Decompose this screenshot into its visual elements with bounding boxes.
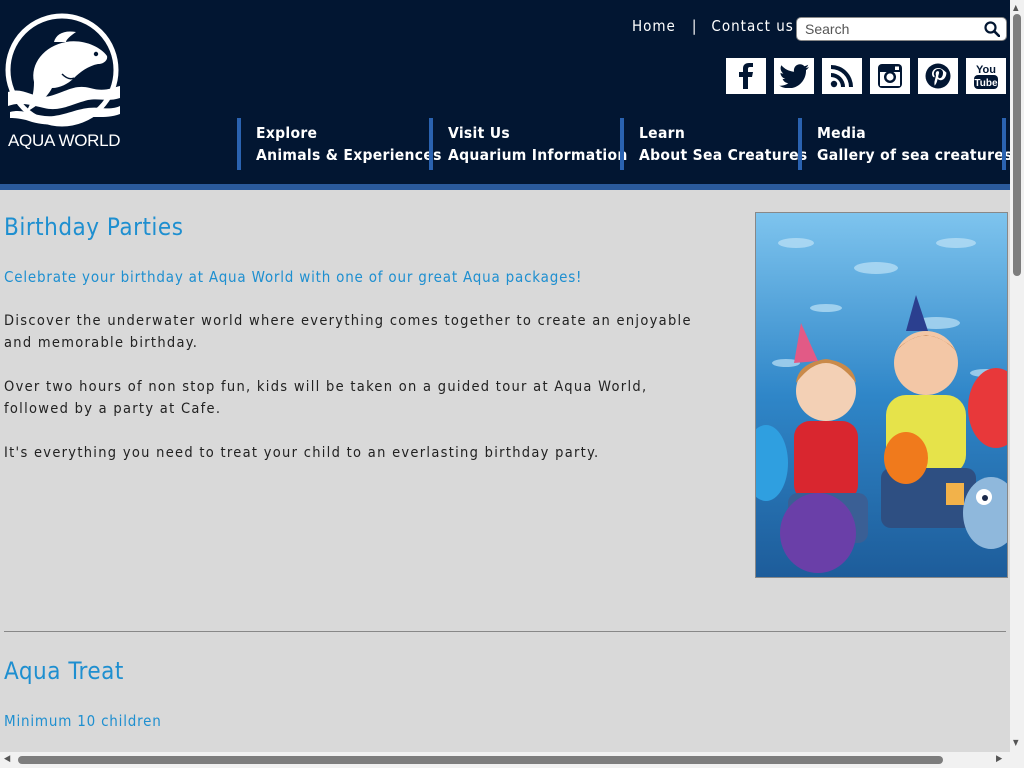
nav-item-title: Learn [639, 124, 686, 142]
horizontal-scroll-thumb[interactable] [18, 756, 943, 764]
section-subtitle: Celebrate your birthday at Aqua World wi… [4, 268, 583, 286]
nav-end-divider [1002, 118, 1006, 170]
facebook-icon [739, 63, 753, 89]
vertical-scroll-thumb[interactable] [1013, 14, 1021, 276]
scroll-down-icon[interactable]: ▼ [1013, 738, 1019, 747]
birthday-kids-photo [755, 212, 1008, 578]
facebook-button[interactable] [726, 58, 766, 94]
header-stripe [0, 184, 1010, 190]
scroll-left-icon[interactable]: ◀ [4, 754, 10, 764]
scrollbar-corner [1010, 752, 1024, 768]
twitter-icon [779, 64, 809, 88]
section-subtitle: Minimum 10 children [4, 712, 162, 730]
nav-item-subtitle: Gallery of sea creatures [817, 146, 1013, 164]
scroll-right-icon[interactable]: ▶ [996, 754, 1002, 764]
rss-button[interactable] [822, 58, 862, 94]
youtube-icon: You Tube [974, 64, 998, 89]
nav-item-title: Explore [256, 124, 318, 142]
search-icon[interactable] [984, 21, 1000, 37]
rss-icon [830, 65, 853, 88]
search-input[interactable] [805, 21, 975, 37]
nav-item-title: Media [817, 124, 867, 142]
pinterest-icon [925, 63, 951, 89]
scroll-up-icon[interactable]: ▲ [1013, 3, 1019, 12]
svg-text:Tube: Tube [974, 78, 998, 89]
nav-item-title: Visit Us [448, 124, 510, 142]
social-links: You Tube [726, 58, 1006, 94]
svg-text:You: You [976, 64, 996, 76]
nav-item-explore[interactable]: Explore Animals & Experiences [237, 118, 442, 170]
home-link[interactable]: Home [632, 17, 676, 35]
nav-item-subtitle: About Sea Creatures [639, 146, 808, 164]
brand-name: AQUA WORLD [8, 131, 121, 150]
paragraph: Over two hours of non stop fun, kids wil… [4, 379, 648, 417]
paragraph: Discover the underwater world where ever… [4, 313, 692, 351]
youtube-button[interactable]: You Tube [966, 58, 1006, 94]
search-box [796, 17, 1007, 41]
instagram-button[interactable] [870, 58, 910, 94]
horizontal-scrollbar[interactable]: ◀ ▶ [0, 752, 1010, 768]
paragraph: It's everything you need to treat your c… [4, 445, 600, 461]
page-title: Birthday Parties [4, 213, 184, 241]
nav-item-visit-us[interactable]: Visit Us Aquarium Information [429, 118, 628, 170]
vertical-scrollbar[interactable]: ▲ ▼ [1010, 0, 1024, 752]
nav-item-learn[interactable]: Learn About Sea Creatures [620, 118, 808, 170]
contact-link[interactable]: Contact us [711, 17, 793, 35]
nav-item-media[interactable]: Media Gallery of sea creatures [798, 118, 1013, 170]
top-links: Home | Contact us [632, 17, 794, 35]
twitter-button[interactable] [774, 58, 814, 94]
pinterest-button[interactable] [918, 58, 958, 94]
link-separator: | [691, 17, 698, 35]
nav-item-subtitle: Aquarium Information [448, 146, 628, 164]
section-title: Aqua Treat [4, 657, 124, 685]
section-divider [4, 631, 1006, 632]
instagram-icon [878, 64, 902, 88]
nav-item-subtitle: Animals & Experiences [256, 146, 442, 164]
